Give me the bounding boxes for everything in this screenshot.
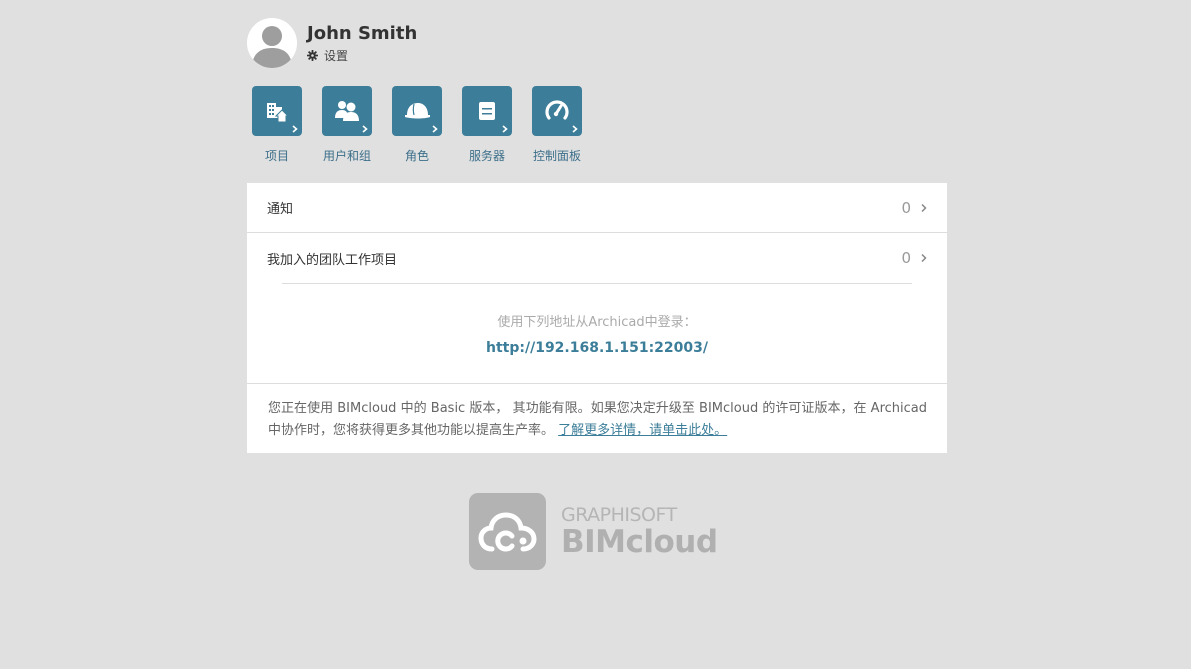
team-projects-row[interactable]: 我加入的团队工作项目 0	[247, 233, 947, 283]
tile-roles[interactable]: 角色	[387, 86, 447, 164]
project-icon	[267, 103, 290, 123]
chevron-right-icon	[362, 125, 368, 133]
tile-projects-box[interactable]	[252, 86, 302, 136]
learn-more-link[interactable]: 了解更多详情，请单击此处。	[558, 423, 727, 438]
settings-link[interactable]: 设置	[307, 47, 417, 64]
avatar[interactable]	[247, 18, 297, 68]
login-hint: 使用下列地址从Archicad中登录：	[497, 315, 697, 330]
user-avatar-icon	[247, 18, 297, 68]
team-projects-label: 我加入的团队工作项目	[267, 252, 398, 268]
logo-mark	[469, 493, 546, 570]
cloud-icon	[477, 511, 537, 551]
login-url-link[interactable]: http://192.168.1.151:22003/	[486, 340, 708, 356]
app-tiles: 项目 用户和组 角色 服务器 控制面板	[247, 86, 597, 164]
dashboard-card: 通知 0 我加入的团队工作项目 0 使用下列地址从Archicad中登录： ht…	[247, 183, 947, 453]
bimcloud-logo: GRAPHISOFT BIMcloud	[469, 493, 718, 570]
tile-projects[interactable]: 项目	[247, 86, 307, 164]
tile-label: 控制面板	[532, 149, 581, 163]
user-name: John Smith	[307, 22, 418, 44]
login-info: 使用下列地址从Archicad中登录： http://192.168.1.151…	[247, 284, 947, 384]
server-icon	[479, 102, 495, 120]
chevron-right-icon	[572, 125, 578, 133]
tile-users-groups[interactable]: 用户和组	[317, 86, 377, 164]
chevron-right-icon	[432, 125, 438, 133]
settings-label: 设置	[324, 48, 349, 63]
profile-text: John Smith 设置	[307, 23, 417, 64]
gear-icon	[307, 49, 318, 61]
chevron-right-icon	[502, 125, 508, 133]
profile-header: John Smith 设置	[247, 18, 417, 68]
tile-label: 服务器	[468, 149, 505, 163]
users-icon	[335, 101, 359, 121]
logo-brand: GRAPHISOFT	[561, 503, 677, 526]
dashboard-icon	[545, 100, 569, 120]
chevron-right-icon	[921, 203, 927, 212]
license-notice: 您正在使用 BIMcloud 中的 Basic 版本， 其功能有限。如果您决定升…	[247, 384, 947, 442]
tile-users-groups-box[interactable]	[322, 86, 372, 136]
tile-roles-box[interactable]	[392, 86, 442, 136]
page: John Smith 设置 项目 用户和组 角色 服务器 控制面板 通知 0 我…	[0, 0, 1191, 669]
notifications-label: 通知	[267, 202, 294, 217]
tile-label: 角色	[404, 149, 429, 163]
tile-label: 用户和组	[322, 149, 371, 163]
logo-text: GRAPHISOFT BIMcloud	[561, 505, 718, 559]
tile-servers[interactable]: 服务器	[457, 86, 517, 164]
chevron-right-icon	[921, 253, 927, 263]
tile-dashboard[interactable]: 控制面板	[527, 86, 587, 164]
logo-product: BIMcloud	[561, 523, 718, 560]
team-projects-count: 0	[901, 249, 911, 267]
chevron-right-icon	[292, 125, 298, 133]
notifications-row[interactable]: 通知 0	[247, 183, 947, 233]
tile-dashboard-box[interactable]	[532, 86, 582, 136]
tile-servers-box[interactable]	[462, 86, 512, 136]
helmet-icon	[405, 103, 430, 119]
tile-label: 项目	[264, 149, 289, 163]
notifications-count: 0	[901, 198, 911, 217]
